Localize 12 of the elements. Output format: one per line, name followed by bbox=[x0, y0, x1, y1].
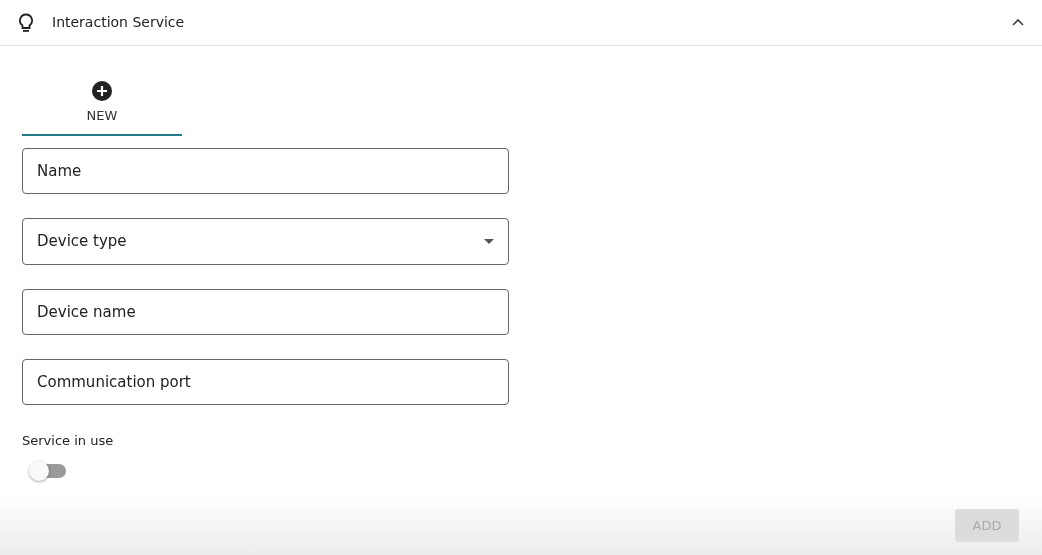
lightbulb-icon bbox=[18, 12, 34, 33]
input-field[interactable]: Name bbox=[22, 147, 509, 194]
input-field[interactable]: Communication port bbox=[22, 358, 509, 405]
service-toggle[interactable] bbox=[32, 464, 66, 478]
input-field[interactable]: Device name bbox=[22, 288, 509, 335]
toggle-label: Service in use bbox=[22, 431, 115, 450]
device-type-dropdown[interactable]: Device type bbox=[22, 217, 509, 265]
new-tab[interactable]: NEW bbox=[22, 72, 182, 136]
panel-title: Interaction Service bbox=[52, 13, 185, 32]
dropdown-arrow-icon bbox=[484, 238, 494, 244]
plus-circle-icon bbox=[92, 80, 112, 101]
collapse-chevron-icon[interactable] bbox=[1012, 18, 1024, 27]
